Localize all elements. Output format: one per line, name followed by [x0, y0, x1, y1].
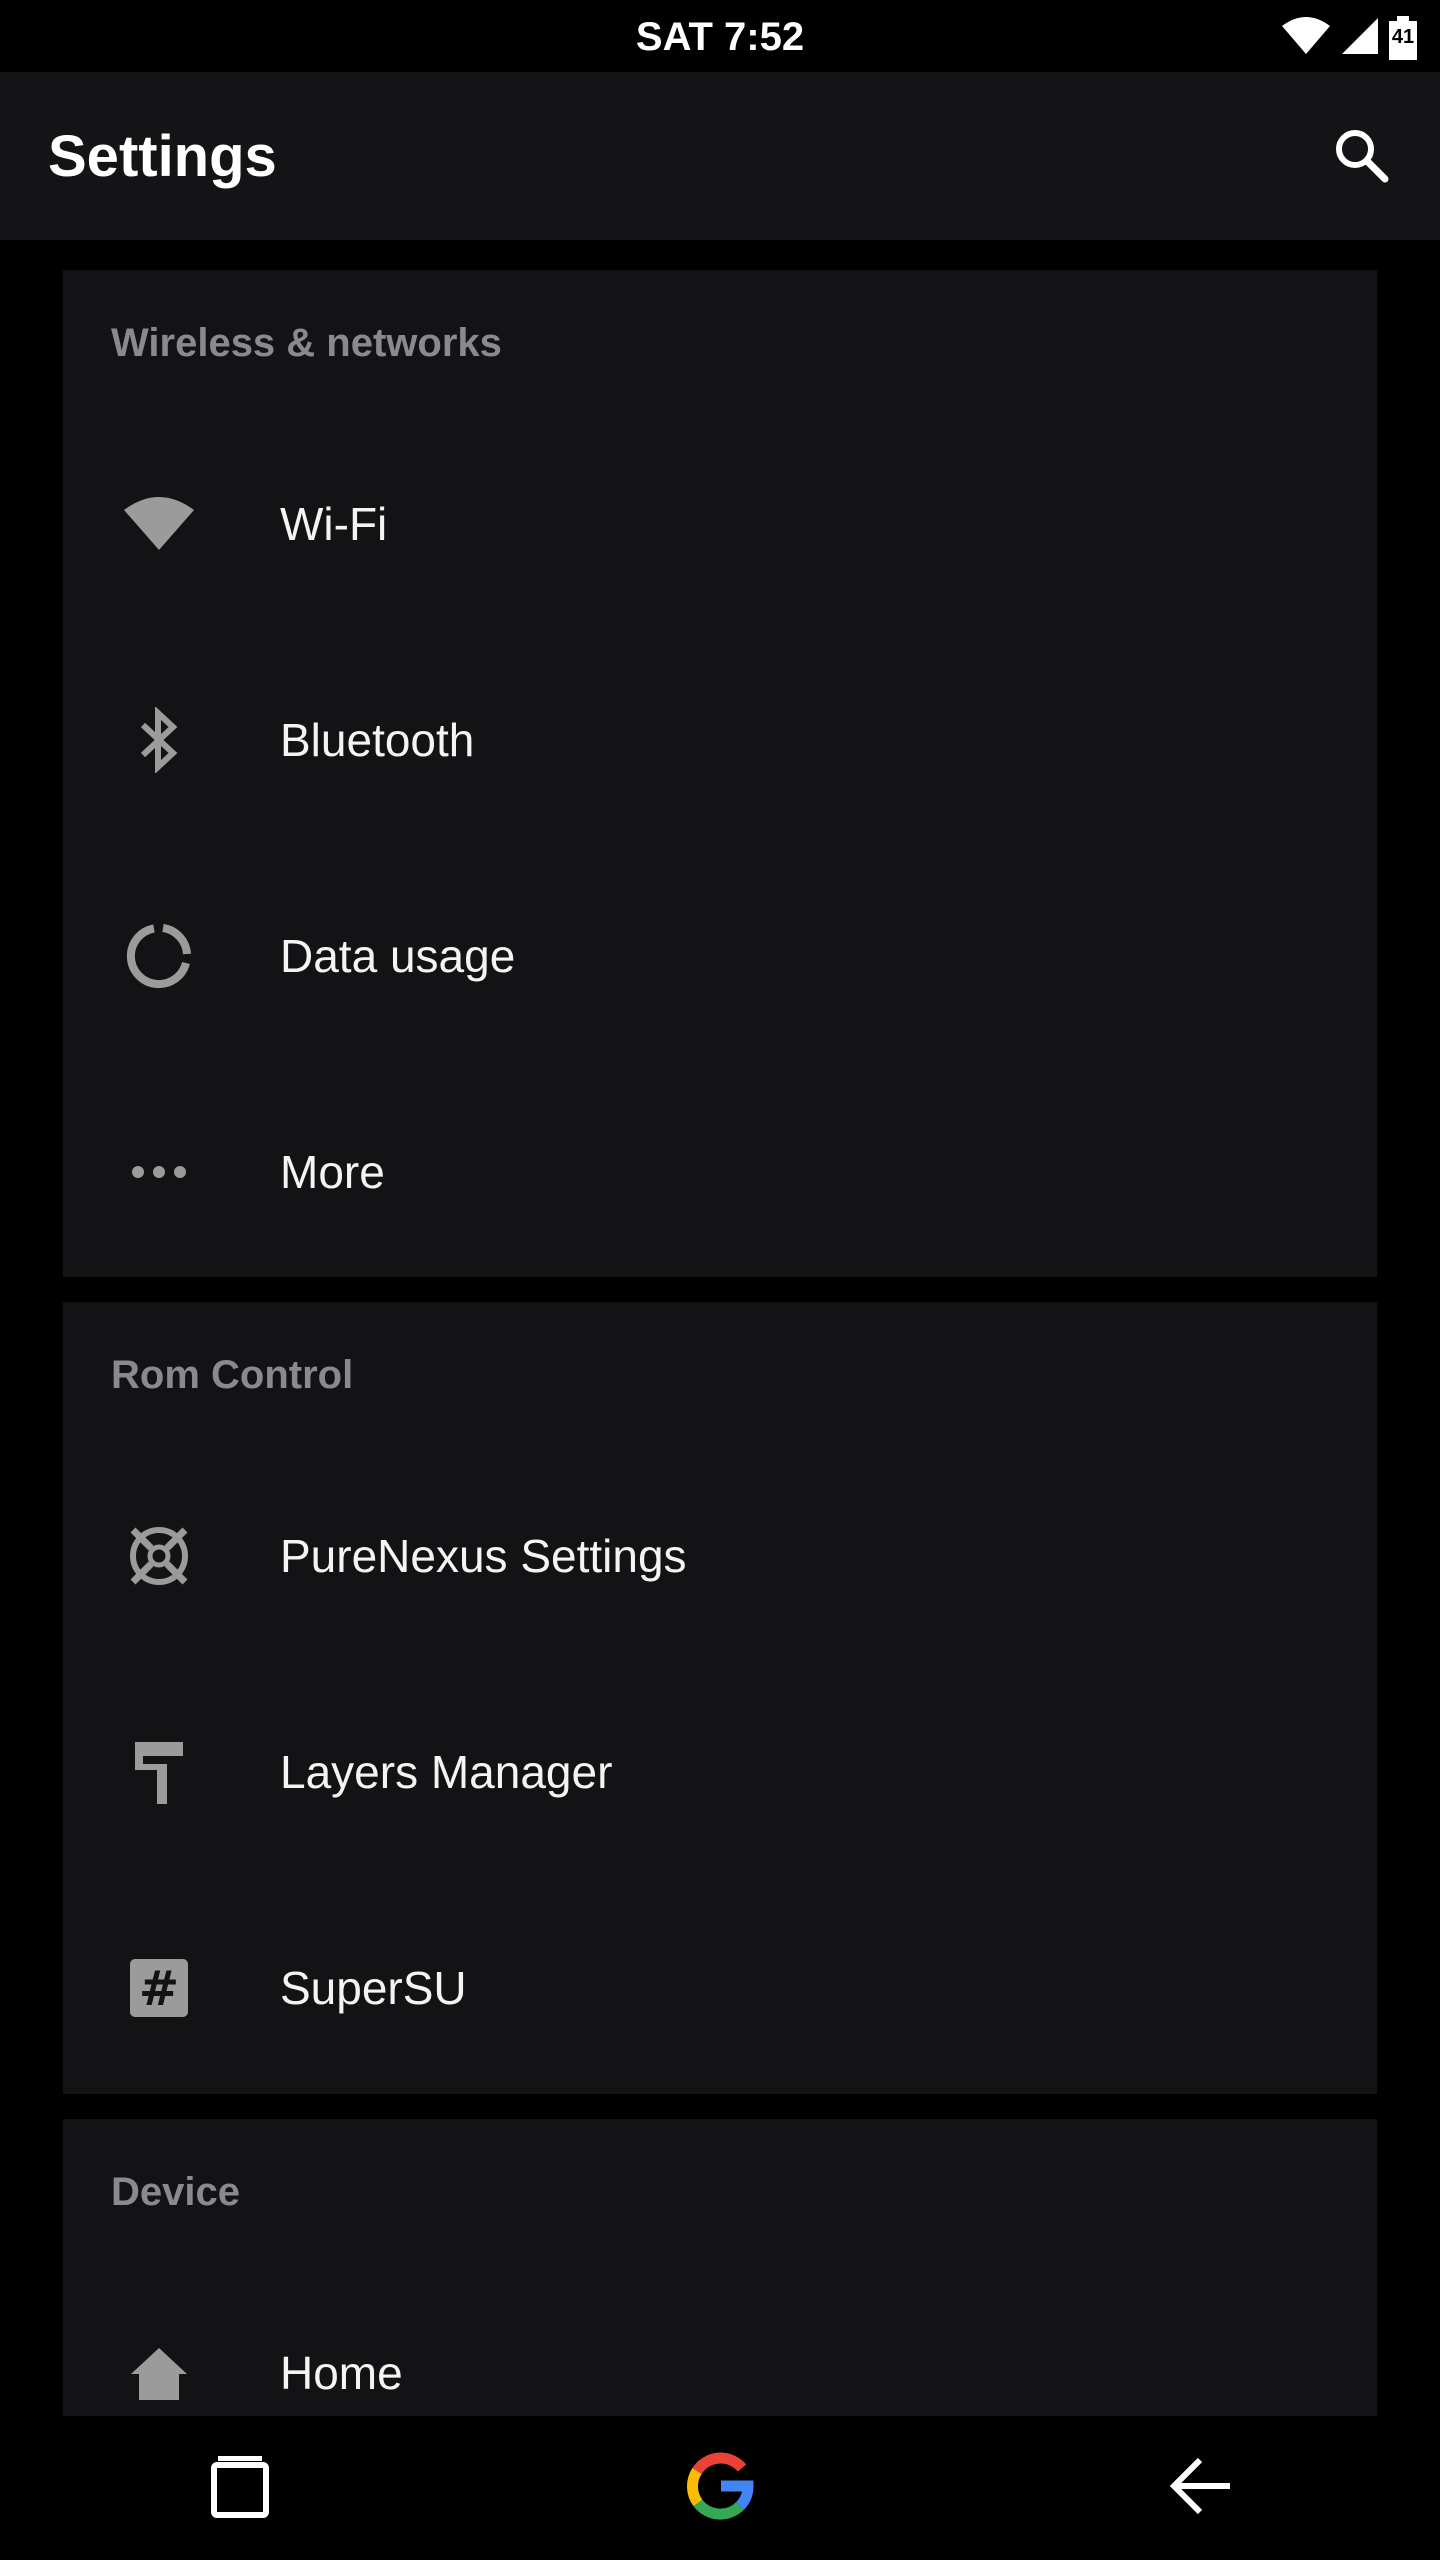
section-header: Wireless & networks — [111, 321, 502, 365]
section-device: Device Home — [63, 2119, 1377, 2416]
settings-item-layers-manager[interactable]: Layers Manager — [63, 1664, 1377, 1880]
search-icon — [1333, 127, 1389, 188]
home-icon — [109, 2323, 209, 2416]
settings-item-more[interactable]: More — [63, 1064, 1377, 1277]
recents-icon — [210, 2454, 270, 2523]
settings-item-label: More — [280, 1146, 385, 1198]
status-icons: 41 — [1280, 16, 1418, 60]
cell-signal-icon — [1340, 16, 1380, 61]
section-header: Device — [111, 2170, 240, 2214]
recents-button[interactable] — [190, 2438, 290, 2538]
settings-item-label: Home — [280, 2347, 403, 2399]
status-bar: SAT 7:52 41 — [0, 0, 1440, 72]
battery-icon: 41 — [1388, 16, 1418, 60]
settings-item-bluetooth[interactable]: Bluetooth — [63, 632, 1377, 848]
data-usage-icon — [109, 906, 209, 1006]
purenexus-icon — [109, 1506, 209, 1606]
status-time: SAT 7:52 — [635, 15, 805, 59]
wifi-icon — [1280, 16, 1332, 61]
settings-item-label: SuperSU — [280, 1962, 467, 2014]
back-icon — [1166, 2456, 1234, 2521]
settings-item-label: Layers Manager — [280, 1746, 613, 1798]
settings-item-label: PureNexus Settings — [280, 1530, 687, 1582]
settings-item-wifi[interactable]: Wi-Fi — [63, 416, 1377, 632]
back-button[interactable] — [1150, 2438, 1250, 2538]
settings-item-label: Bluetooth — [280, 714, 475, 766]
settings-item-supersu[interactable]: # SuperSU — [63, 1880, 1377, 2094]
paint-roller-icon — [109, 1722, 209, 1822]
settings-item-data-usage[interactable]: Data usage — [63, 848, 1377, 1064]
battery-level: 41 — [1391, 26, 1415, 48]
settings-item-purenexus[interactable]: PureNexus Settings — [63, 1448, 1377, 1664]
section-header: Rom Control — [111, 1353, 354, 1397]
supersu-hash-icon: # — [109, 1938, 209, 2038]
svg-text:#: # — [139, 1961, 179, 2017]
page-title: Settings — [48, 124, 277, 189]
navigation-bar — [0, 2416, 1440, 2560]
bluetooth-icon — [109, 690, 209, 790]
settings-item-label: Data usage — [280, 930, 516, 982]
more-dots-icon — [109, 1122, 209, 1222]
section-wireless-networks: Wireless & networks Wi-Fi Bluetooth Data… — [63, 270, 1377, 1277]
settings-item-home[interactable]: Home — [63, 2265, 1377, 2416]
search-button[interactable] — [1326, 122, 1396, 192]
settings-item-label: Wi-Fi — [280, 498, 388, 550]
app-bar: Settings — [0, 72, 1440, 240]
section-rom-control: Rom Control PureNexus Settings Layers Ma… — [63, 1302, 1377, 2094]
wifi-icon — [109, 474, 209, 574]
google-icon — [685, 2451, 755, 2526]
home-google-button[interactable] — [670, 2438, 770, 2538]
